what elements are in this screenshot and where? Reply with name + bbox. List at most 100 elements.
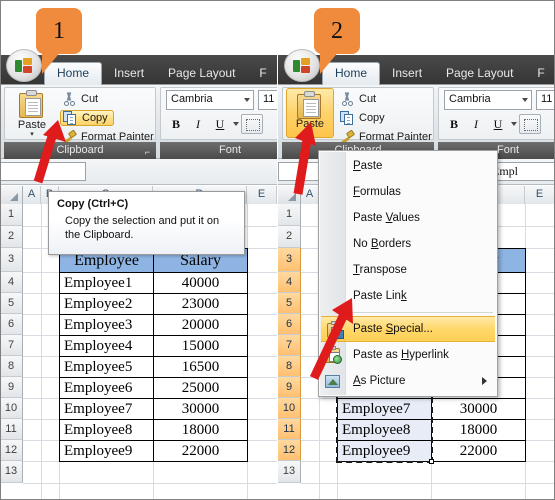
paste-button-caret-icon-2[interactable]: ▾: [308, 130, 312, 137]
font-name-value-2: Cambria: [449, 93, 491, 105]
font-name-combo[interactable]: Cambria: [166, 90, 254, 110]
cell-employee-9[interactable]: Employee9: [59, 440, 154, 462]
paste-button-caret-icon[interactable]: ▾: [30, 131, 34, 138]
cell-employee-7[interactable]: Employee7: [59, 398, 154, 420]
row-header-11-2[interactable]: 11: [278, 419, 301, 440]
row-header-13-2[interactable]: 13: [278, 461, 301, 483]
row-header-13[interactable]: 13: [0, 461, 23, 483]
column-header-e[interactable]: E: [247, 186, 277, 204]
row-header-1[interactable]: 1: [0, 204, 23, 226]
borders-button[interactable]: [241, 114, 263, 134]
underline-chevron-icon-2[interactable]: [511, 122, 517, 126]
row-header-11[interactable]: 11: [0, 419, 23, 440]
cell-salary-6[interactable]: 25000: [153, 377, 248, 399]
cell-employee-1[interactable]: Employee1: [59, 272, 154, 294]
row-header-7[interactable]: 7: [0, 335, 23, 356]
cell-salary-9-2[interactable]: 22000: [431, 440, 526, 462]
bold-button[interactable]: B: [166, 114, 186, 134]
tab-formulas-2[interactable]: F: [525, 62, 555, 85]
cell-salary-9[interactable]: 22000: [153, 440, 248, 462]
tab-formulas[interactable]: F: [247, 62, 277, 85]
menu-item-formulas[interactable]: Formulas: [319, 179, 497, 205]
cell-salary-4[interactable]: 15000: [153, 335, 248, 357]
cell-salary-5[interactable]: 16500: [153, 356, 248, 378]
chevron-down-icon-2[interactable]: [522, 98, 528, 102]
column-header-a[interactable]: A: [23, 186, 41, 204]
row-header-9-2[interactable]: 9: [278, 377, 301, 398]
select-all-corner-2[interactable]: [278, 186, 301, 204]
font-size-combo[interactable]: 11: [258, 90, 277, 110]
cut-button[interactable]: Cut: [60, 91, 103, 107]
tab-insert[interactable]: Insert: [102, 62, 156, 85]
cell-salary-7[interactable]: 30000: [153, 398, 248, 420]
row-header-6[interactable]: 6: [0, 314, 23, 335]
copy-button[interactable]: Copy: [60, 110, 114, 126]
paste-button-2[interactable]: Paste ▾: [286, 88, 334, 138]
menu-item-paste[interactable]: PPasteaste: [319, 153, 497, 179]
font-format-row-2: B I U: [444, 114, 541, 134]
paste-button[interactable]: Paste ▾: [8, 88, 56, 138]
cell-employee-2[interactable]: Employee2: [59, 293, 154, 315]
cell-salary-1[interactable]: 40000: [153, 272, 248, 294]
row-header-5-2[interactable]: 5: [278, 293, 301, 314]
row-header-8[interactable]: 8: [0, 356, 23, 377]
select-all-corner[interactable]: [0, 186, 23, 204]
row-header-3-2[interactable]: 3: [278, 248, 301, 272]
menu-item-as-picture[interactable]: As Picture: [319, 368, 497, 394]
underline-chevron-icon[interactable]: [233, 122, 239, 126]
copy-button-2[interactable]: Copy: [338, 110, 390, 126]
column-header-e-2[interactable]: E: [525, 186, 555, 204]
cell-employee-4[interactable]: Employee4: [59, 335, 154, 357]
row-header-4-2[interactable]: 4: [278, 272, 301, 293]
row-header-8-2[interactable]: 8: [278, 356, 301, 377]
column-header-a-2[interactable]: A: [301, 186, 319, 204]
menu-item-no-borders[interactable]: No Borders: [319, 231, 497, 257]
bold-button-2[interactable]: B: [444, 114, 464, 134]
row-header-2-2[interactable]: 2: [278, 226, 301, 248]
menu-item-paste-values[interactable]: Paste Values: [319, 205, 497, 231]
italic-button-2[interactable]: I: [466, 114, 486, 134]
chevron-down-icon[interactable]: [244, 98, 250, 102]
cell-employee-6[interactable]: Employee6: [59, 377, 154, 399]
cell-employee-8-2[interactable]: Employee8: [337, 419, 432, 441]
cell-salary-8[interactable]: 18000: [153, 419, 248, 441]
cell-salary-3[interactable]: 20000: [153, 314, 248, 336]
underline-button-2[interactable]: U: [488, 114, 508, 134]
cell-salary-7-2[interactable]: 30000: [431, 398, 526, 420]
row-header-1-2[interactable]: 1: [278, 204, 301, 226]
row-header-6-2[interactable]: 6: [278, 314, 301, 335]
borders-button-2[interactable]: [519, 114, 541, 134]
row-header-10-2[interactable]: 10: [278, 398, 301, 419]
row-header-7-2[interactable]: 7: [278, 335, 301, 356]
name-box[interactable]: [0, 162, 86, 181]
cut-button-2[interactable]: Cut: [338, 91, 381, 107]
row-header-10[interactable]: 10: [0, 398, 23, 419]
font-group: Cambria 11 B I U Font: [160, 85, 277, 159]
cell-employee-5[interactable]: Employee5: [59, 356, 154, 378]
menu-item-transpose[interactable]: Transpose: [319, 257, 497, 283]
row-header-2[interactable]: 2: [0, 226, 23, 248]
row-header-9[interactable]: 9: [0, 377, 23, 398]
cell-employee-9-2[interactable]: Employee9: [337, 440, 432, 462]
font-name-combo-2[interactable]: Cambria: [444, 90, 532, 110]
menu-item-paste-special[interactable]: Paste Special...: [321, 316, 495, 342]
row-header-12[interactable]: 12: [0, 440, 23, 461]
row-header-5[interactable]: 5: [0, 293, 23, 314]
italic-button[interactable]: I: [188, 114, 208, 134]
copy-label: Copy: [82, 112, 108, 124]
cell-employee-3[interactable]: Employee3: [59, 314, 154, 336]
row-header-4[interactable]: 4: [0, 272, 23, 293]
tab-page-layout-2[interactable]: Page Layout: [434, 62, 525, 85]
menu-item-paste-as-hyperlink[interactable]: Paste as Hyperlink: [319, 342, 497, 368]
font-size-combo-2[interactable]: 11: [536, 90, 555, 110]
tab-insert-2[interactable]: Insert: [380, 62, 434, 85]
cell-salary-2[interactable]: 23000: [153, 293, 248, 315]
row-header-3[interactable]: 3: [0, 248, 23, 272]
underline-button[interactable]: U: [210, 114, 230, 134]
cell-employee-8[interactable]: Employee8: [59, 419, 154, 441]
cell-salary-8-2[interactable]: 18000: [431, 419, 526, 441]
tab-page-layout[interactable]: Page Layout: [156, 62, 247, 85]
row-header-12-2[interactable]: 12: [278, 440, 301, 461]
menu-item-paste-link[interactable]: Paste Link: [319, 283, 497, 309]
cell-employee-7-2[interactable]: Employee7: [337, 398, 432, 420]
